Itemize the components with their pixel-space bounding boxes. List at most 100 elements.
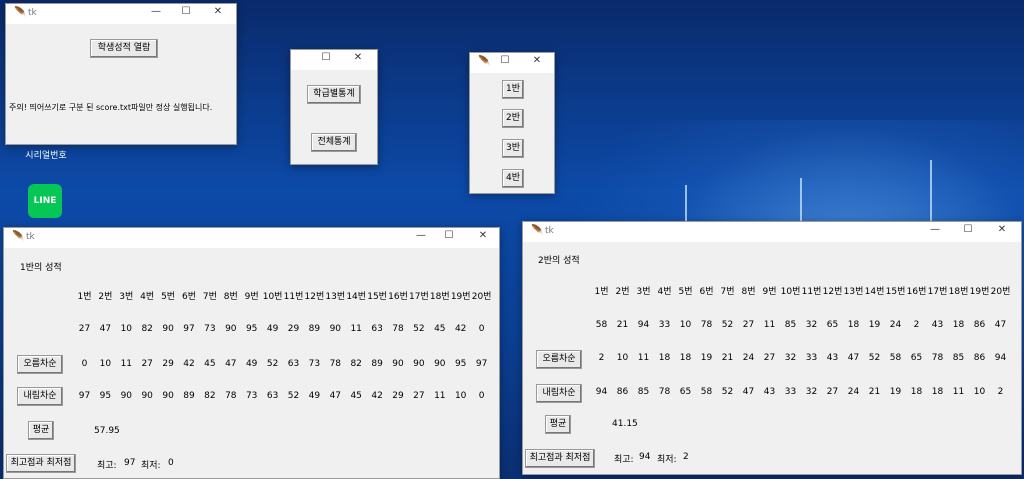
class-stats-button[interactable]: 학급별통계 [307, 85, 361, 104]
desktop-icon-serial[interactable]: 시리얼번호 [18, 148, 74, 161]
close-icon[interactable]: ✕ [995, 224, 1009, 235]
close-icon[interactable]: ✕ [211, 6, 225, 17]
max-min-button[interactable]: 최고점과 최저점 [6, 454, 76, 473]
column-header: 16번 [388, 292, 408, 302]
descending-cell: 2 [997, 387, 1004, 397]
average-value: 41.15 [612, 419, 638, 429]
descending-cell: 89 [183, 391, 195, 401]
class-1-button[interactable]: 1반 [502, 80, 524, 99]
class1-results-window: 🪶 tk — ☐ ✕ 1반의 성적 1번 2번 3번 4번 5번 6번 7번 8번 9번 10번 1… [3, 227, 500, 479]
ascending-cell: 90 [392, 359, 404, 369]
desktop-icon-line[interactable]: LINE [17, 184, 73, 221]
ascending-button[interactable]: 오름차순 [17, 355, 63, 374]
desktop-icon-label: 시리얼번호 [25, 151, 67, 161]
column-header: 16번 [906, 287, 927, 297]
close-icon[interactable]: ✕ [476, 230, 490, 241]
column-header: 18번 [429, 292, 450, 302]
column-header: 7번 [202, 292, 217, 302]
column-header: 9번 [762, 287, 777, 297]
column-header: 18번 [948, 287, 969, 297]
descending-button[interactable]: 내림차순 [17, 387, 63, 406]
descending-cell: 58 [700, 387, 713, 397]
ascending-cell: 27 [763, 353, 776, 363]
max-value: 94 [639, 452, 651, 462]
score-cell: 94 [637, 320, 650, 330]
column-header: 20번 [990, 287, 1011, 297]
ascending-button[interactable]: 오름차순 [536, 350, 582, 369]
ascending-cell: 45 [204, 359, 216, 369]
score-cell: 63 [371, 324, 383, 334]
max-label: 최고: [97, 461, 117, 471]
tk-feather-icon: 🪶 [12, 231, 25, 242]
ascending-cell: 19 [700, 353, 713, 363]
column-header: 19번 [969, 287, 990, 297]
tk-feather-icon: 🪶 [531, 225, 544, 236]
class-2-button[interactable]: 2반 [502, 109, 524, 128]
max-min-button[interactable]: 최고점과 최저점 [525, 449, 595, 468]
descending-cell: 45 [350, 391, 362, 401]
ascending-cell: 78 [931, 353, 944, 363]
ascending-cell: 29 [162, 359, 174, 369]
descending-cell: 11 [952, 387, 965, 397]
descending-button[interactable]: 내림차순 [536, 384, 582, 403]
descending-cell: 94 [595, 387, 608, 397]
ascending-cell: 89 [371, 359, 383, 369]
maximize-icon[interactable]: ☐ [442, 230, 456, 241]
max-label: 최고: [614, 455, 634, 465]
score-cell: 2 [913, 320, 920, 330]
title-bar[interactable]: 🪶 tk — ☐ ✕ [6, 4, 236, 24]
minimize-icon[interactable]: — [928, 224, 942, 235]
maximize-icon[interactable]: ☐ [179, 6, 193, 17]
class-3-button[interactable]: 3반 [502, 139, 524, 158]
title-bar[interactable]: 🪶 tk — ☐ ✕ [523, 222, 1021, 242]
descending-cell: 95 [99, 391, 112, 401]
maximize-icon[interactable]: ☐ [498, 55, 512, 66]
score-cell: 10 [679, 320, 692, 330]
descending-cell: 63 [266, 391, 279, 401]
score-cell: 18 [952, 320, 965, 330]
ascending-cell: 32 [784, 353, 797, 363]
score-cell: 49 [266, 324, 279, 334]
column-header: 6번 [699, 287, 714, 297]
column-header: 15번 [885, 287, 906, 297]
average-button[interactable]: 평균 [545, 415, 571, 434]
column-header: 15번 [367, 292, 387, 302]
class-4-button[interactable]: 4반 [502, 169, 524, 188]
ascending-cell: 49 [245, 359, 258, 369]
column-header: 12번 [822, 287, 843, 297]
minimize-icon[interactable]: — [149, 6, 163, 17]
column-header: 9번 [244, 292, 259, 302]
title-bar[interactable]: 🪶 tk — ☐ ✕ [4, 228, 499, 248]
close-icon[interactable]: ✕ [530, 55, 544, 66]
maximize-icon[interactable]: ☐ [961, 224, 975, 235]
line-app-icon: LINE [28, 184, 62, 218]
title-bar[interactable]: ☐ ✕ [291, 50, 377, 70]
column-header: 5번 [678, 287, 693, 297]
title-bar[interactable]: 🪶 ☐ ✕ [470, 53, 554, 73]
ascending-cell: 24 [742, 353, 755, 363]
column-header: 3번 [636, 287, 651, 297]
score-cell: 89 [308, 324, 321, 334]
descending-cell: 52 [287, 391, 300, 401]
score-cell: 73 [204, 324, 216, 334]
descending-cell: 21 [868, 387, 881, 397]
column-header: 13번 [325, 292, 346, 302]
score-cell: 43 [931, 320, 944, 330]
descending-cell: 65 [679, 387, 692, 397]
descending-cell: 27 [413, 391, 425, 401]
light-beam [930, 160, 932, 226]
light-beam [685, 185, 687, 225]
window-title: tk [26, 232, 35, 242]
total-stats-button[interactable]: 전체통계 [311, 133, 357, 152]
close-icon[interactable]: ✕ [351, 52, 365, 63]
column-header: 13번 [843, 287, 864, 297]
average-button[interactable]: 평균 [28, 421, 54, 440]
minimize-icon[interactable]: — [414, 230, 428, 241]
ascending-cell: 82 [350, 359, 362, 369]
column-header: 1번 [77, 292, 92, 302]
open-scores-button[interactable]: 학생성적 열람 [90, 39, 158, 58]
column-header: 8번 [223, 292, 238, 302]
ascending-cell: 65 [910, 353, 923, 363]
maximize-icon[interactable]: ☐ [319, 52, 333, 63]
score-cell: 65 [826, 320, 839, 330]
